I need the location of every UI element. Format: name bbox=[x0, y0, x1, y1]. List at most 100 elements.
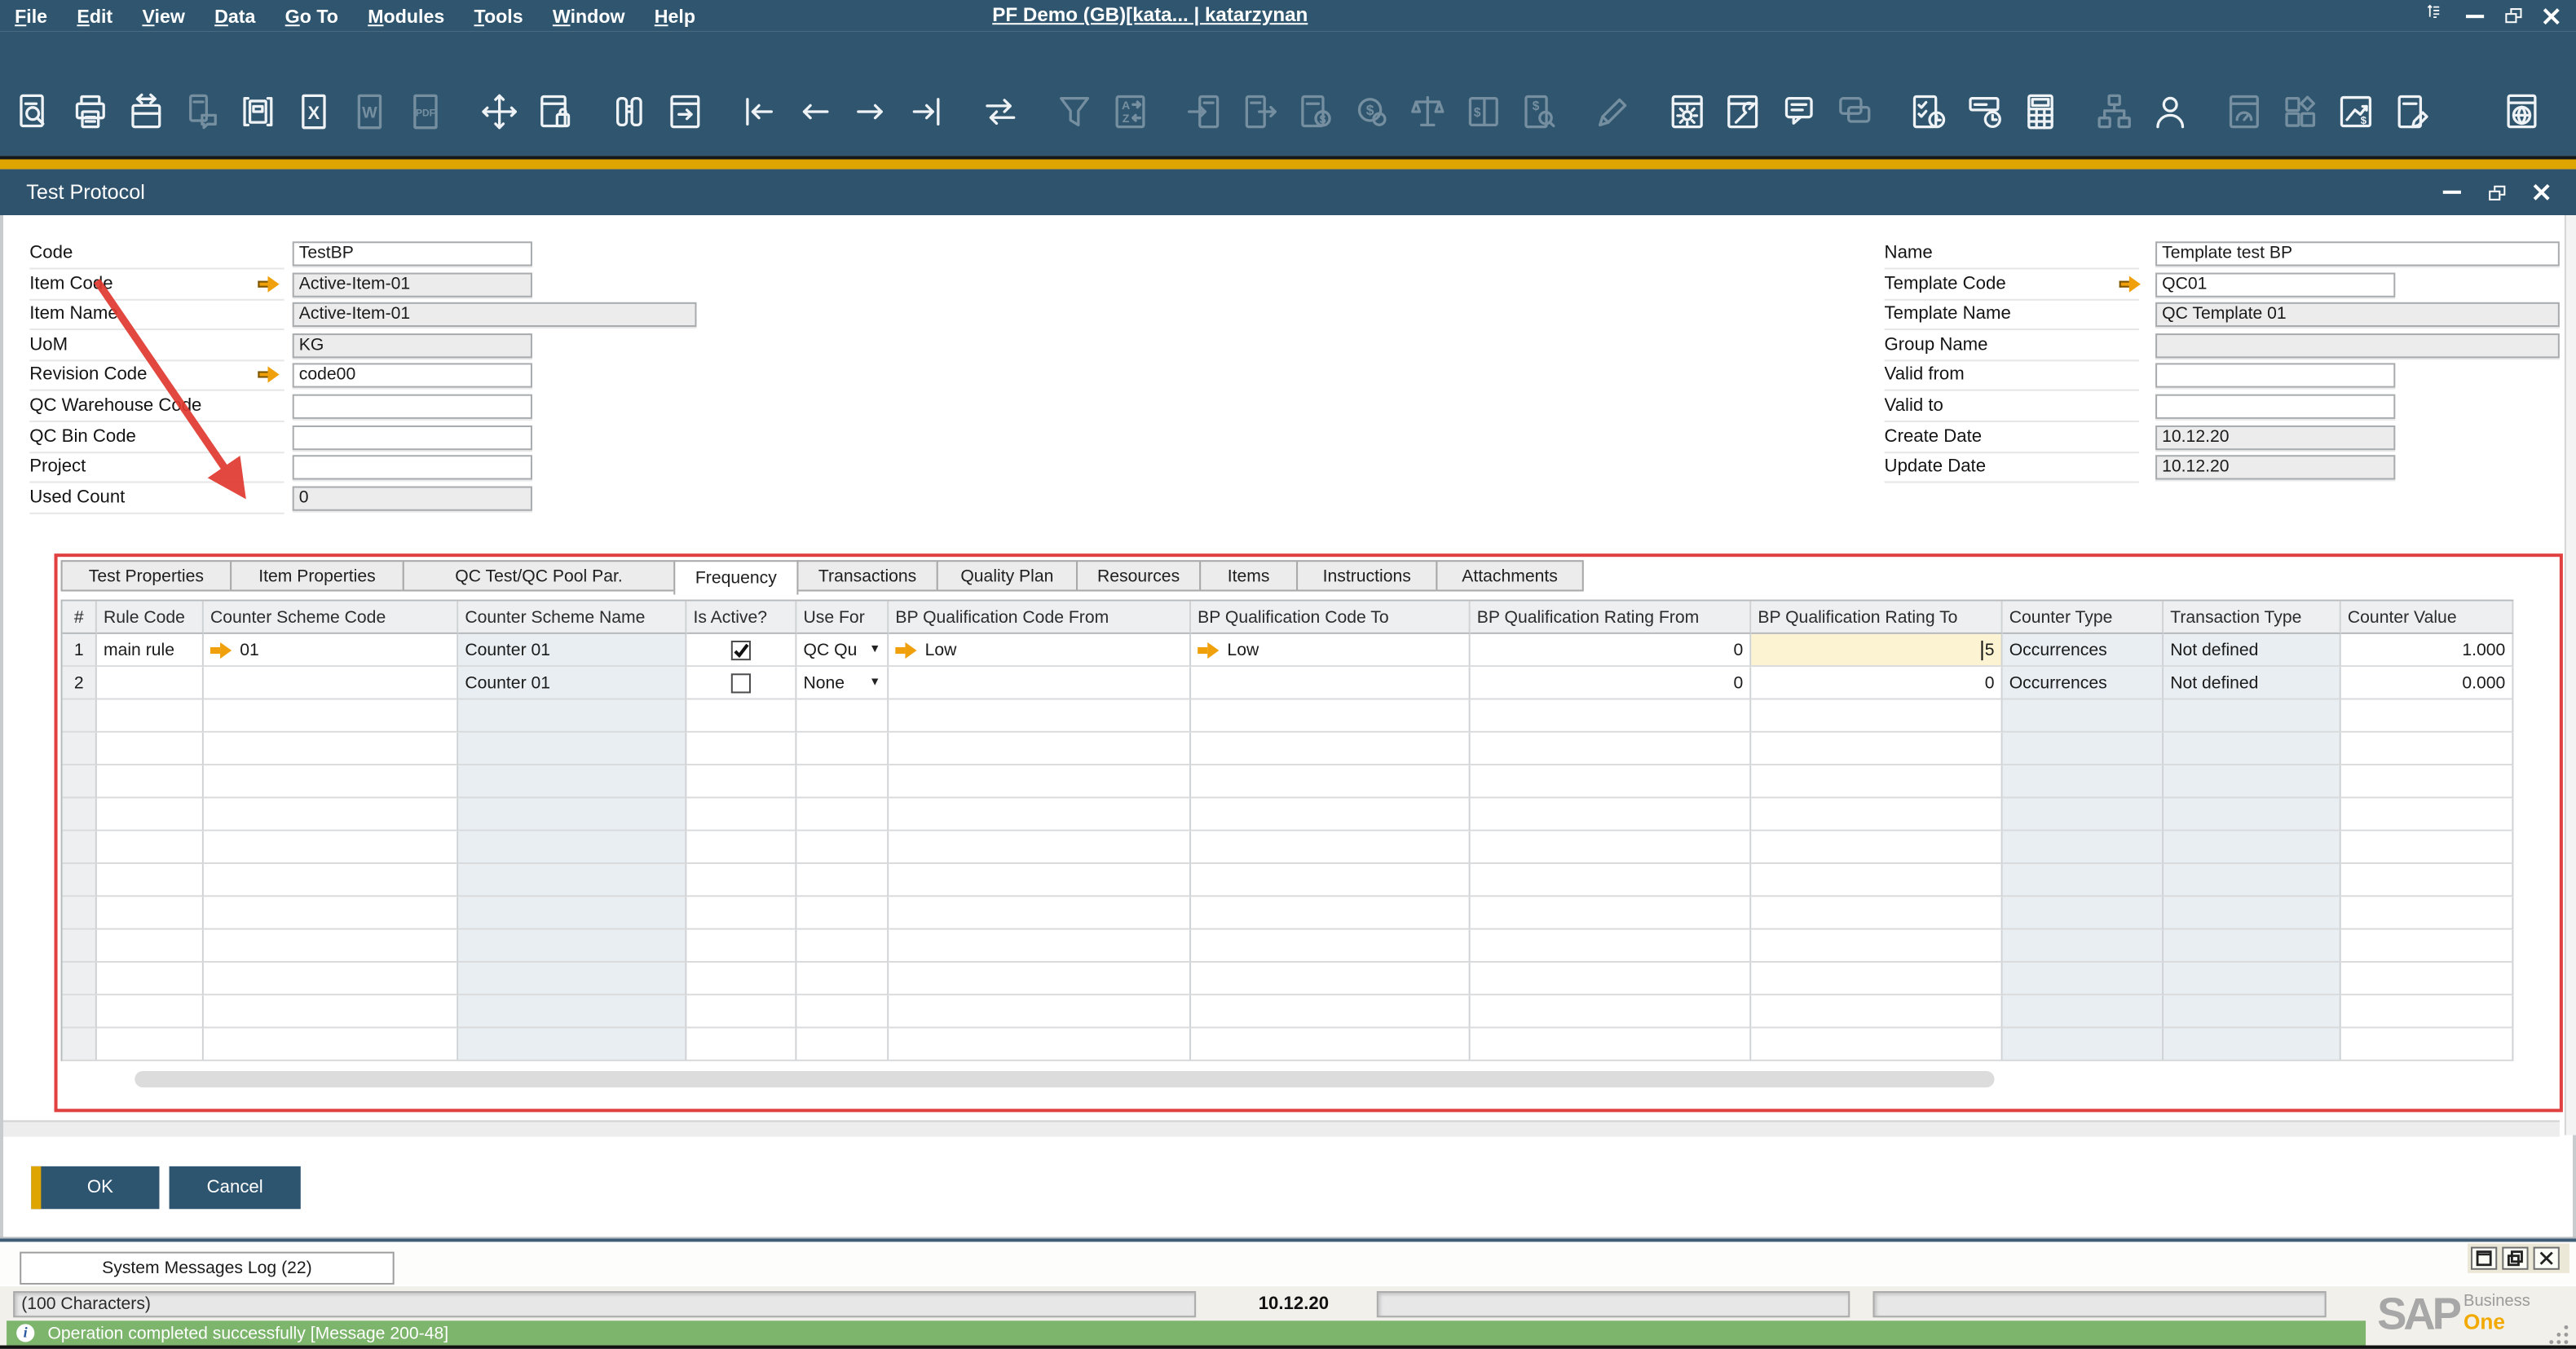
cell-txn_type[interactable] bbox=[2164, 798, 2341, 831]
pencil-icon[interactable] bbox=[1592, 90, 1634, 133]
cell-counter_value[interactable]: 0.000 bbox=[2341, 667, 2514, 699]
cell-use_for[interactable] bbox=[796, 963, 889, 995]
cell-rule_code[interactable] bbox=[97, 1029, 204, 1061]
print-icon[interactable] bbox=[69, 90, 112, 133]
cell-rating_from[interactable] bbox=[1471, 995, 1752, 1028]
window-list-icon[interactable] bbox=[2424, 1, 2445, 30]
cell-code_from[interactable] bbox=[889, 897, 1191, 929]
cell-txn_type[interactable]: Not defined bbox=[2164, 634, 2341, 667]
cell-counter_type[interactable] bbox=[2003, 798, 2164, 831]
cell-counter_value[interactable] bbox=[2341, 765, 2514, 798]
cell-rating_to[interactable] bbox=[1751, 831, 2002, 864]
print-layout-icon[interactable] bbox=[125, 90, 167, 133]
cell-num[interactable] bbox=[63, 897, 97, 929]
cell-use_for[interactable] bbox=[796, 995, 889, 1028]
person-icon[interactable] bbox=[2149, 90, 2191, 133]
cell-txn_type[interactable] bbox=[2164, 963, 2341, 995]
sort-az-icon[interactable]: AZ bbox=[1109, 90, 1151, 133]
cell-counter_type[interactable] bbox=[2003, 1029, 2164, 1061]
cell-rule_code[interactable] bbox=[97, 831, 204, 864]
cell-num[interactable] bbox=[63, 1029, 97, 1061]
cell-active[interactable] bbox=[686, 1029, 796, 1061]
cell-active[interactable] bbox=[686, 733, 796, 765]
chart-money-icon[interactable]: $ bbox=[2335, 90, 2377, 133]
cell-counter_value[interactable] bbox=[2341, 963, 2514, 995]
cell-num[interactable]: 2 bbox=[63, 667, 97, 699]
menu-modules[interactable]: Modules bbox=[353, 7, 459, 27]
cell-txn_type[interactable] bbox=[2164, 733, 2341, 765]
tab-items[interactable]: Items bbox=[1199, 560, 1298, 591]
cell-counter_value[interactable] bbox=[2341, 897, 2514, 929]
cell-num[interactable] bbox=[63, 864, 97, 897]
cell-active[interactable] bbox=[686, 634, 796, 667]
move-arrows-icon[interactable] bbox=[478, 90, 520, 133]
cell-rule_code[interactable] bbox=[97, 733, 204, 765]
tab-instructions[interactable]: Instructions bbox=[1296, 560, 1437, 591]
export-excel-icon[interactable]: X bbox=[293, 90, 335, 133]
cell-scheme_name[interactable] bbox=[458, 963, 686, 995]
cell-scheme_code[interactable] bbox=[204, 963, 458, 995]
cell-rating_from[interactable] bbox=[1471, 897, 1752, 929]
field-item-name[interactable]: Active-Item-01 bbox=[293, 302, 697, 327]
card-clock-icon[interactable] bbox=[1963, 90, 2005, 133]
col-header-rule_code[interactable]: Rule Code bbox=[97, 602, 204, 634]
cell-rule_code[interactable] bbox=[97, 995, 204, 1028]
link-arrow-icon[interactable] bbox=[258, 367, 280, 383]
cell-txn_type[interactable] bbox=[2164, 995, 2341, 1028]
field-uom[interactable]: KG bbox=[293, 333, 532, 358]
cell-txn_type[interactable] bbox=[2164, 765, 2341, 798]
restore-icon[interactable] bbox=[2502, 1247, 2528, 1270]
globe-form-icon[interactable] bbox=[2500, 90, 2543, 133]
menu-window[interactable]: Window bbox=[538, 7, 640, 27]
field-name[interactable]: Template test BP bbox=[2155, 241, 2560, 266]
nav-last-icon[interactable] bbox=[905, 90, 947, 133]
cell-counter_type[interactable] bbox=[2003, 930, 2164, 963]
cell-code_to[interactable] bbox=[1191, 831, 1471, 864]
cell-scheme_name[interactable] bbox=[458, 864, 686, 897]
field-update-date[interactable]: 10.12.20 bbox=[2155, 456, 2395, 480]
field-project[interactable] bbox=[293, 456, 532, 480]
tab-test-properties[interactable]: Test Properties bbox=[61, 560, 232, 591]
cell-rating_from[interactable] bbox=[1471, 1029, 1752, 1061]
link-arrow-icon[interactable] bbox=[1198, 641, 1220, 658]
cell-scheme_name[interactable] bbox=[458, 831, 686, 864]
restore-icon[interactable] bbox=[2505, 8, 2521, 23]
cell-rating_from[interactable]: 0 bbox=[1471, 667, 1752, 699]
cell-scheme_name[interactable] bbox=[458, 995, 686, 1028]
col-header-rating_to[interactable]: BP Qualification Rating To bbox=[1751, 602, 2002, 634]
cell-rating_from[interactable] bbox=[1471, 733, 1752, 765]
copy-table-icon[interactable] bbox=[236, 90, 279, 133]
export-word-icon[interactable]: W bbox=[348, 90, 390, 133]
cell-use_for[interactable] bbox=[796, 930, 889, 963]
cell-counter_type[interactable] bbox=[2003, 995, 2164, 1028]
close-icon[interactable] bbox=[2543, 7, 2560, 24]
cell-code_from[interactable] bbox=[889, 765, 1191, 798]
cell-rule_code[interactable] bbox=[97, 667, 204, 699]
cell-txn_type[interactable] bbox=[2164, 930, 2341, 963]
cell-txn_type[interactable]: Not defined bbox=[2164, 667, 2341, 699]
col-header-txn_type[interactable]: Transaction Type bbox=[2164, 602, 2341, 634]
cell-scheme_code[interactable] bbox=[204, 667, 458, 699]
field-revision-code[interactable]: code00 bbox=[293, 364, 532, 388]
cell-code_from[interactable] bbox=[889, 864, 1191, 897]
cell-scheme_name[interactable] bbox=[458, 700, 686, 733]
cell-counter_value[interactable] bbox=[2341, 733, 2514, 765]
cell-counter_type[interactable] bbox=[2003, 700, 2164, 733]
cell-code_to[interactable] bbox=[1191, 963, 1471, 995]
doc-arrow-out-icon[interactable] bbox=[1239, 90, 1281, 133]
cell-rule_code[interactable]: main rule bbox=[97, 634, 204, 667]
cell-num[interactable] bbox=[63, 798, 97, 831]
doc-arrow-in-icon[interactable] bbox=[1183, 90, 1225, 133]
field-template-code[interactable]: QC01 bbox=[2155, 272, 2395, 297]
field-qc-warehouse-code[interactable] bbox=[293, 395, 532, 419]
cell-counter_type[interactable]: Occurrences bbox=[2003, 634, 2164, 667]
col-header-active[interactable]: Is Active? bbox=[686, 602, 796, 634]
cell-use_for[interactable] bbox=[796, 765, 889, 798]
link-arrow-icon[interactable] bbox=[258, 276, 280, 292]
cell-txn_type[interactable] bbox=[2164, 864, 2341, 897]
cell-rating_from[interactable] bbox=[1471, 798, 1752, 831]
dropdown-arrow-icon[interactable]: ▼ bbox=[866, 644, 880, 655]
cell-scheme_code[interactable] bbox=[204, 1029, 458, 1061]
tab-frequency[interactable]: Frequency bbox=[673, 560, 798, 594]
checklist-clock-icon[interactable] bbox=[1908, 90, 1950, 133]
